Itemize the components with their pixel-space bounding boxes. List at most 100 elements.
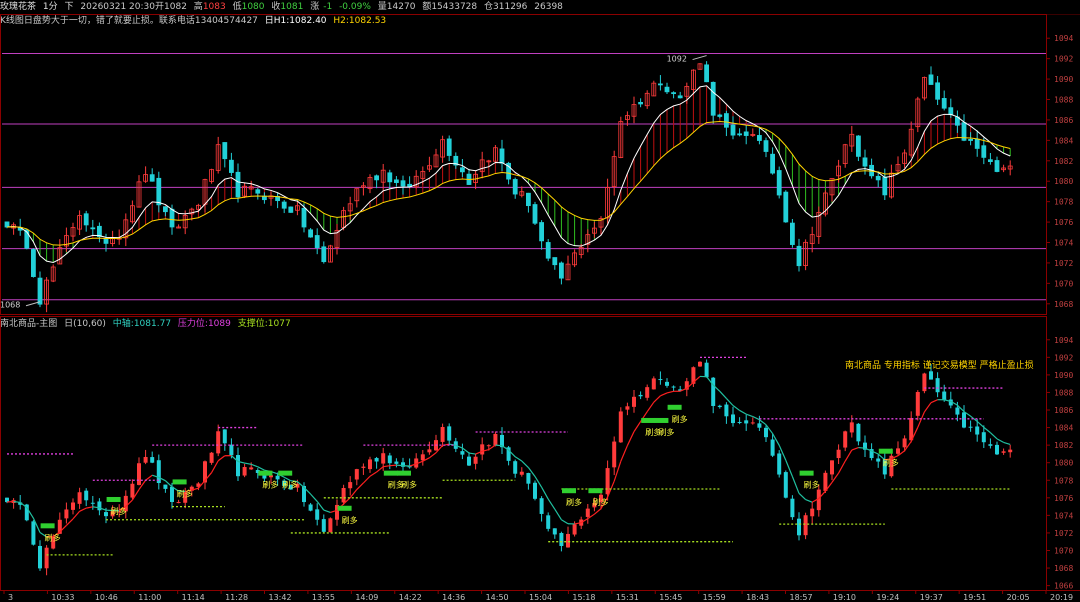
mid-axis-line	[983, 426, 991, 434]
candle-body	[341, 487, 346, 503]
mid-axis-line	[805, 499, 813, 503]
candle-body	[209, 452, 214, 463]
x-tick-label: 18:43	[746, 593, 769, 602]
mid-axis-line	[429, 452, 437, 459]
mid-axis-line	[6, 500, 14, 503]
candle-body	[724, 404, 729, 417]
candle-body	[612, 441, 617, 468]
signal-marker	[878, 448, 893, 454]
candle-body	[744, 420, 749, 424]
candle-body	[314, 235, 320, 248]
candle-body	[942, 391, 947, 400]
candle-body	[77, 492, 82, 504]
candle-body	[459, 167, 465, 173]
candle-body	[849, 422, 854, 433]
annotation-leader	[692, 55, 707, 61]
signal-label: 刷多	[262, 480, 278, 490]
candle-body	[783, 472, 788, 498]
candle-body	[830, 460, 834, 475]
candle-body	[1001, 451, 1006, 453]
y-tick-label: 1086	[1054, 116, 1073, 125]
candle-body	[38, 545, 42, 569]
candle-body	[97, 225, 102, 237]
candle-body	[156, 460, 161, 484]
candle-body	[572, 524, 577, 535]
signal-marker	[40, 523, 55, 529]
y-tick-label: 1074	[1054, 239, 1073, 248]
mid-axis-line	[594, 508, 602, 515]
candle-body	[460, 451, 465, 455]
candle-body	[763, 140, 769, 152]
mid-axis-line	[620, 445, 628, 462]
candle-body	[368, 459, 372, 470]
panel2-plot[interactable]: 1066 1068 1070 1072 1074 1076 1078 1080 1082 1084…	[3, 336, 1073, 602]
candle-body	[281, 201, 287, 209]
candle-body	[308, 229, 314, 238]
x-tick-label: 11:28	[225, 593, 248, 602]
mid-axis-line	[244, 462, 252, 465]
y-tick-label: 1072	[1054, 259, 1073, 268]
candle-body	[242, 467, 247, 476]
candle-body	[664, 86, 670, 93]
x-tick-label: 13:55	[312, 593, 335, 602]
mid-axis-line	[732, 405, 740, 411]
candle-body	[995, 444, 999, 455]
candle-body	[236, 455, 240, 477]
candle-body	[315, 509, 320, 520]
candle-body	[941, 98, 947, 109]
candle-body	[585, 508, 590, 517]
mid-axis-line	[217, 455, 226, 462]
y-tick-label: 1070	[1054, 546, 1073, 555]
candle-body	[962, 412, 966, 428]
candle-body	[836, 449, 841, 459]
mid-axis-line	[257, 466, 265, 471]
candle-body	[170, 486, 174, 503]
mid-axis-line	[514, 456, 523, 462]
candle-body	[446, 138, 452, 156]
candle-body	[757, 423, 762, 428]
candle-body	[473, 456, 478, 464]
candle-body	[770, 153, 775, 174]
panel1-plot[interactable]: 1068 1070 1072 1074 1076 1078 1080 1082 1084 1086…	[0, 34, 1073, 313]
candle-body	[30, 249, 36, 277]
y-tick-label: 1092	[1054, 55, 1073, 64]
chart-canvas[interactable]: 1068 1070 1072 1074 1076 1078 1080 1082 1084 1086…	[0, 0, 1080, 602]
candle-body	[348, 482, 353, 489]
candle-body	[803, 515, 808, 536]
candle-body	[770, 439, 775, 456]
candle-body	[909, 418, 914, 441]
mid-axis-line	[389, 464, 397, 467]
candle-body	[764, 427, 768, 438]
candle-body	[393, 179, 399, 183]
candle-body	[83, 213, 89, 226]
candle-body	[275, 475, 280, 480]
candle-body	[150, 457, 155, 463]
candle-body	[711, 377, 716, 406]
x-tick-label: 19:51	[963, 593, 986, 602]
candle-body	[605, 468, 610, 495]
x-tick-label: 15:18	[572, 593, 595, 602]
signal-label: 刷多	[883, 458, 899, 468]
signal-marker	[641, 417, 656, 423]
candle-body	[532, 204, 538, 224]
y-tick-label: 1094	[1054, 336, 1073, 345]
candle-body	[97, 501, 102, 511]
y-tick-label: 1084	[1054, 136, 1073, 145]
signal-label: 刷多	[342, 515, 358, 525]
candle-body	[499, 148, 505, 164]
mid-axis-line	[633, 421, 642, 432]
mid-axis-line	[798, 492, 807, 501]
y-tick-label: 1076	[1054, 494, 1073, 503]
candle-body	[743, 131, 749, 136]
y-tick-label: 1086	[1054, 406, 1073, 415]
candle-body	[638, 101, 643, 105]
candle-body	[288, 206, 294, 213]
candle-body	[796, 245, 802, 267]
signal-marker	[397, 470, 411, 476]
signal-marker	[172, 479, 187, 485]
mid-axis-line	[383, 465, 390, 468]
mid-axis-line	[653, 395, 661, 403]
mid-axis-line	[376, 466, 384, 473]
candle-body	[526, 192, 531, 207]
candle-body	[539, 498, 544, 514]
